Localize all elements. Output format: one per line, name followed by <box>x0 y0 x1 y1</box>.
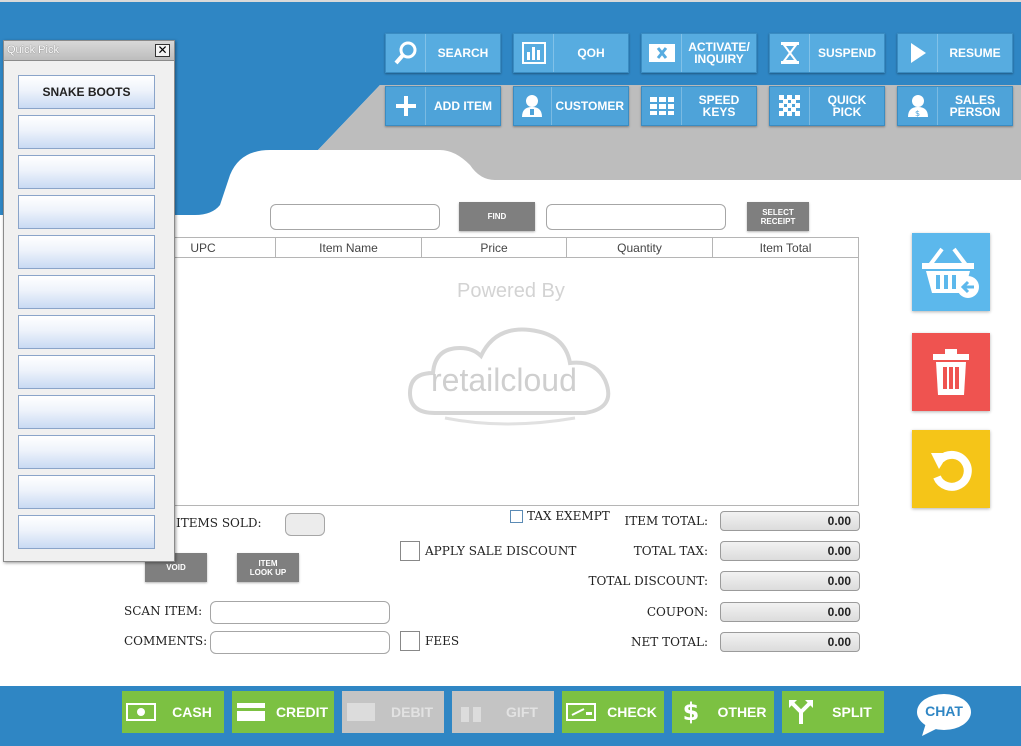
basket-return-icon <box>922 247 979 298</box>
item-lookup-button[interactable]: ITEM LOOK UP <box>237 553 299 582</box>
quick-pick-item[interactable] <box>18 395 155 429</box>
net-total-label: NET TOTAL: <box>631 635 708 649</box>
items-sold-value <box>285 513 325 536</box>
column-quantity[interactable]: Quantity <box>567 238 713 257</box>
gift-icon <box>452 701 490 723</box>
coupon-label: COUPON: <box>646 605 708 619</box>
qoh-button[interactable]: QOH <box>513 33 629 73</box>
comments-label: COMMENTS: <box>124 634 208 648</box>
column-price[interactable]: Price <box>422 238 567 257</box>
bar-chart-icon <box>514 34 554 72</box>
watermark-brand: retailcloud <box>431 362 577 398</box>
watermark-powered-by: Powered By <box>457 280 565 302</box>
net-total-value: 0.00 <box>720 632 860 652</box>
find-input[interactable] <box>270 204 440 230</box>
search-icon <box>386 34 426 72</box>
trash-icon <box>933 349 969 395</box>
resume-button[interactable]: RESUME <box>897 33 1013 73</box>
customer-button[interactable]: CUSTOMER <box>513 86 629 126</box>
quick-pick-item[interactable] <box>18 435 155 469</box>
play-icon <box>898 34 938 72</box>
item-grid-header: UPC Item Name Price Quantity Item Total <box>130 237 859 258</box>
check-button[interactable]: CHECK <box>562 691 664 733</box>
card-icon <box>642 34 682 72</box>
add-item-button[interactable]: ADD ITEM <box>385 86 501 126</box>
speed-keys-button[interactable]: SPEED KEYS <box>641 86 757 126</box>
total-discount-value: 0.00 <box>720 571 860 591</box>
split-icon <box>782 699 820 725</box>
quick-pick-title: Quick Pick <box>7 44 59 56</box>
hourglass-icon <box>770 34 810 72</box>
find-button[interactable]: FIND <box>459 202 535 231</box>
scan-item-input[interactable] <box>210 601 390 624</box>
apply-sale-discount-label: APPLY SALE DISCOUNT <box>425 544 577 558</box>
check-icon <box>562 703 600 721</box>
coupon-value: 0.00 <box>720 602 860 622</box>
column-item-total[interactable]: Item Total <box>713 238 858 257</box>
quick-pick-item[interactable] <box>18 475 155 509</box>
credit-card-icon <box>232 702 270 722</box>
debit-button: DEBIT <box>342 691 444 733</box>
quick-pick-item[interactable] <box>18 315 155 349</box>
quick-pick-button[interactable]: QUICK PICK <box>769 86 885 126</box>
total-discount-label: TOTAL DISCOUNT: <box>588 574 708 588</box>
chat-label: CHAT <box>925 703 963 719</box>
quick-pick-window: Quick Pick ✕ SNAKE BOOTS <box>3 40 175 562</box>
cash-button[interactable]: CASH <box>122 691 224 733</box>
receipt-input[interactable] <box>546 204 726 230</box>
fees-checkbox[interactable] <box>400 631 420 651</box>
customer-icon <box>514 87 552 125</box>
keypad-icon <box>642 87 682 125</box>
debit-card-icon <box>342 702 380 722</box>
return-basket-button[interactable] <box>912 233 990 311</box>
quick-pick-item[interactable] <box>18 275 155 309</box>
comments-input[interactable] <box>210 631 390 654</box>
suspend-button[interactable]: SUSPEND <box>769 33 885 73</box>
item-total-label: ITEM TOTAL: <box>624 514 708 528</box>
plus-icon <box>386 87 426 125</box>
activate-inquiry-button[interactable]: ACTIVATE/ INQUIRY <box>641 33 757 73</box>
delete-button[interactable] <box>912 333 990 411</box>
quick-pick-item[interactable]: SNAKE BOOTS <box>18 75 155 109</box>
items-sold-label: ITEMS SOLD: <box>176 516 262 530</box>
apply-sale-discount-checkbox[interactable] <box>400 541 420 561</box>
undo-button[interactable] <box>912 430 990 508</box>
select-receipt-button[interactable]: SELECT RECEIPT <box>747 202 809 231</box>
credit-button[interactable]: CREDIT <box>232 691 334 733</box>
item-total-value: 0.00 <box>720 511 860 531</box>
quick-pick-item[interactable] <box>18 235 155 269</box>
scan-item-label: SCAN ITEM: <box>124 604 203 618</box>
cash-icon <box>122 703 160 721</box>
dollar-icon: $ <box>682 698 700 726</box>
other-button[interactable]: $ OTHER <box>672 691 774 733</box>
quick-pick-item[interactable] <box>18 515 155 549</box>
total-tax-label: TOTAL TAX: <box>633 544 708 558</box>
quick-pick-item[interactable] <box>18 155 155 189</box>
chat-button[interactable]: CHAT <box>916 693 972 737</box>
quick-pick-item[interactable] <box>18 195 155 229</box>
close-icon[interactable]: ✕ <box>155 44 170 57</box>
quick-pick-item[interactable] <box>18 115 155 149</box>
fees-label: FEES <box>425 634 460 648</box>
grid-dots-icon <box>770 87 810 125</box>
quick-pick-titlebar[interactable]: Quick Pick ✕ <box>4 41 174 61</box>
svg-text:$: $ <box>915 109 920 118</box>
column-item-name[interactable]: Item Name <box>276 238 422 257</box>
tax-exempt-checkbox[interactable] <box>510 510 523 523</box>
undo-icon <box>931 450 972 491</box>
item-grid-body[interactable]: Powered By retailcloud <box>130 258 859 506</box>
salesperson-icon: $ <box>898 87 938 125</box>
sales-person-button[interactable]: $ SALES PERSON <box>897 86 1013 126</box>
gift-button: GIFT <box>452 691 554 733</box>
total-tax-value: 0.00 <box>720 541 860 561</box>
quick-pick-item[interactable] <box>18 355 155 389</box>
split-button[interactable]: SPLIT <box>782 691 884 733</box>
search-button[interactable]: SEARCH <box>385 33 501 73</box>
